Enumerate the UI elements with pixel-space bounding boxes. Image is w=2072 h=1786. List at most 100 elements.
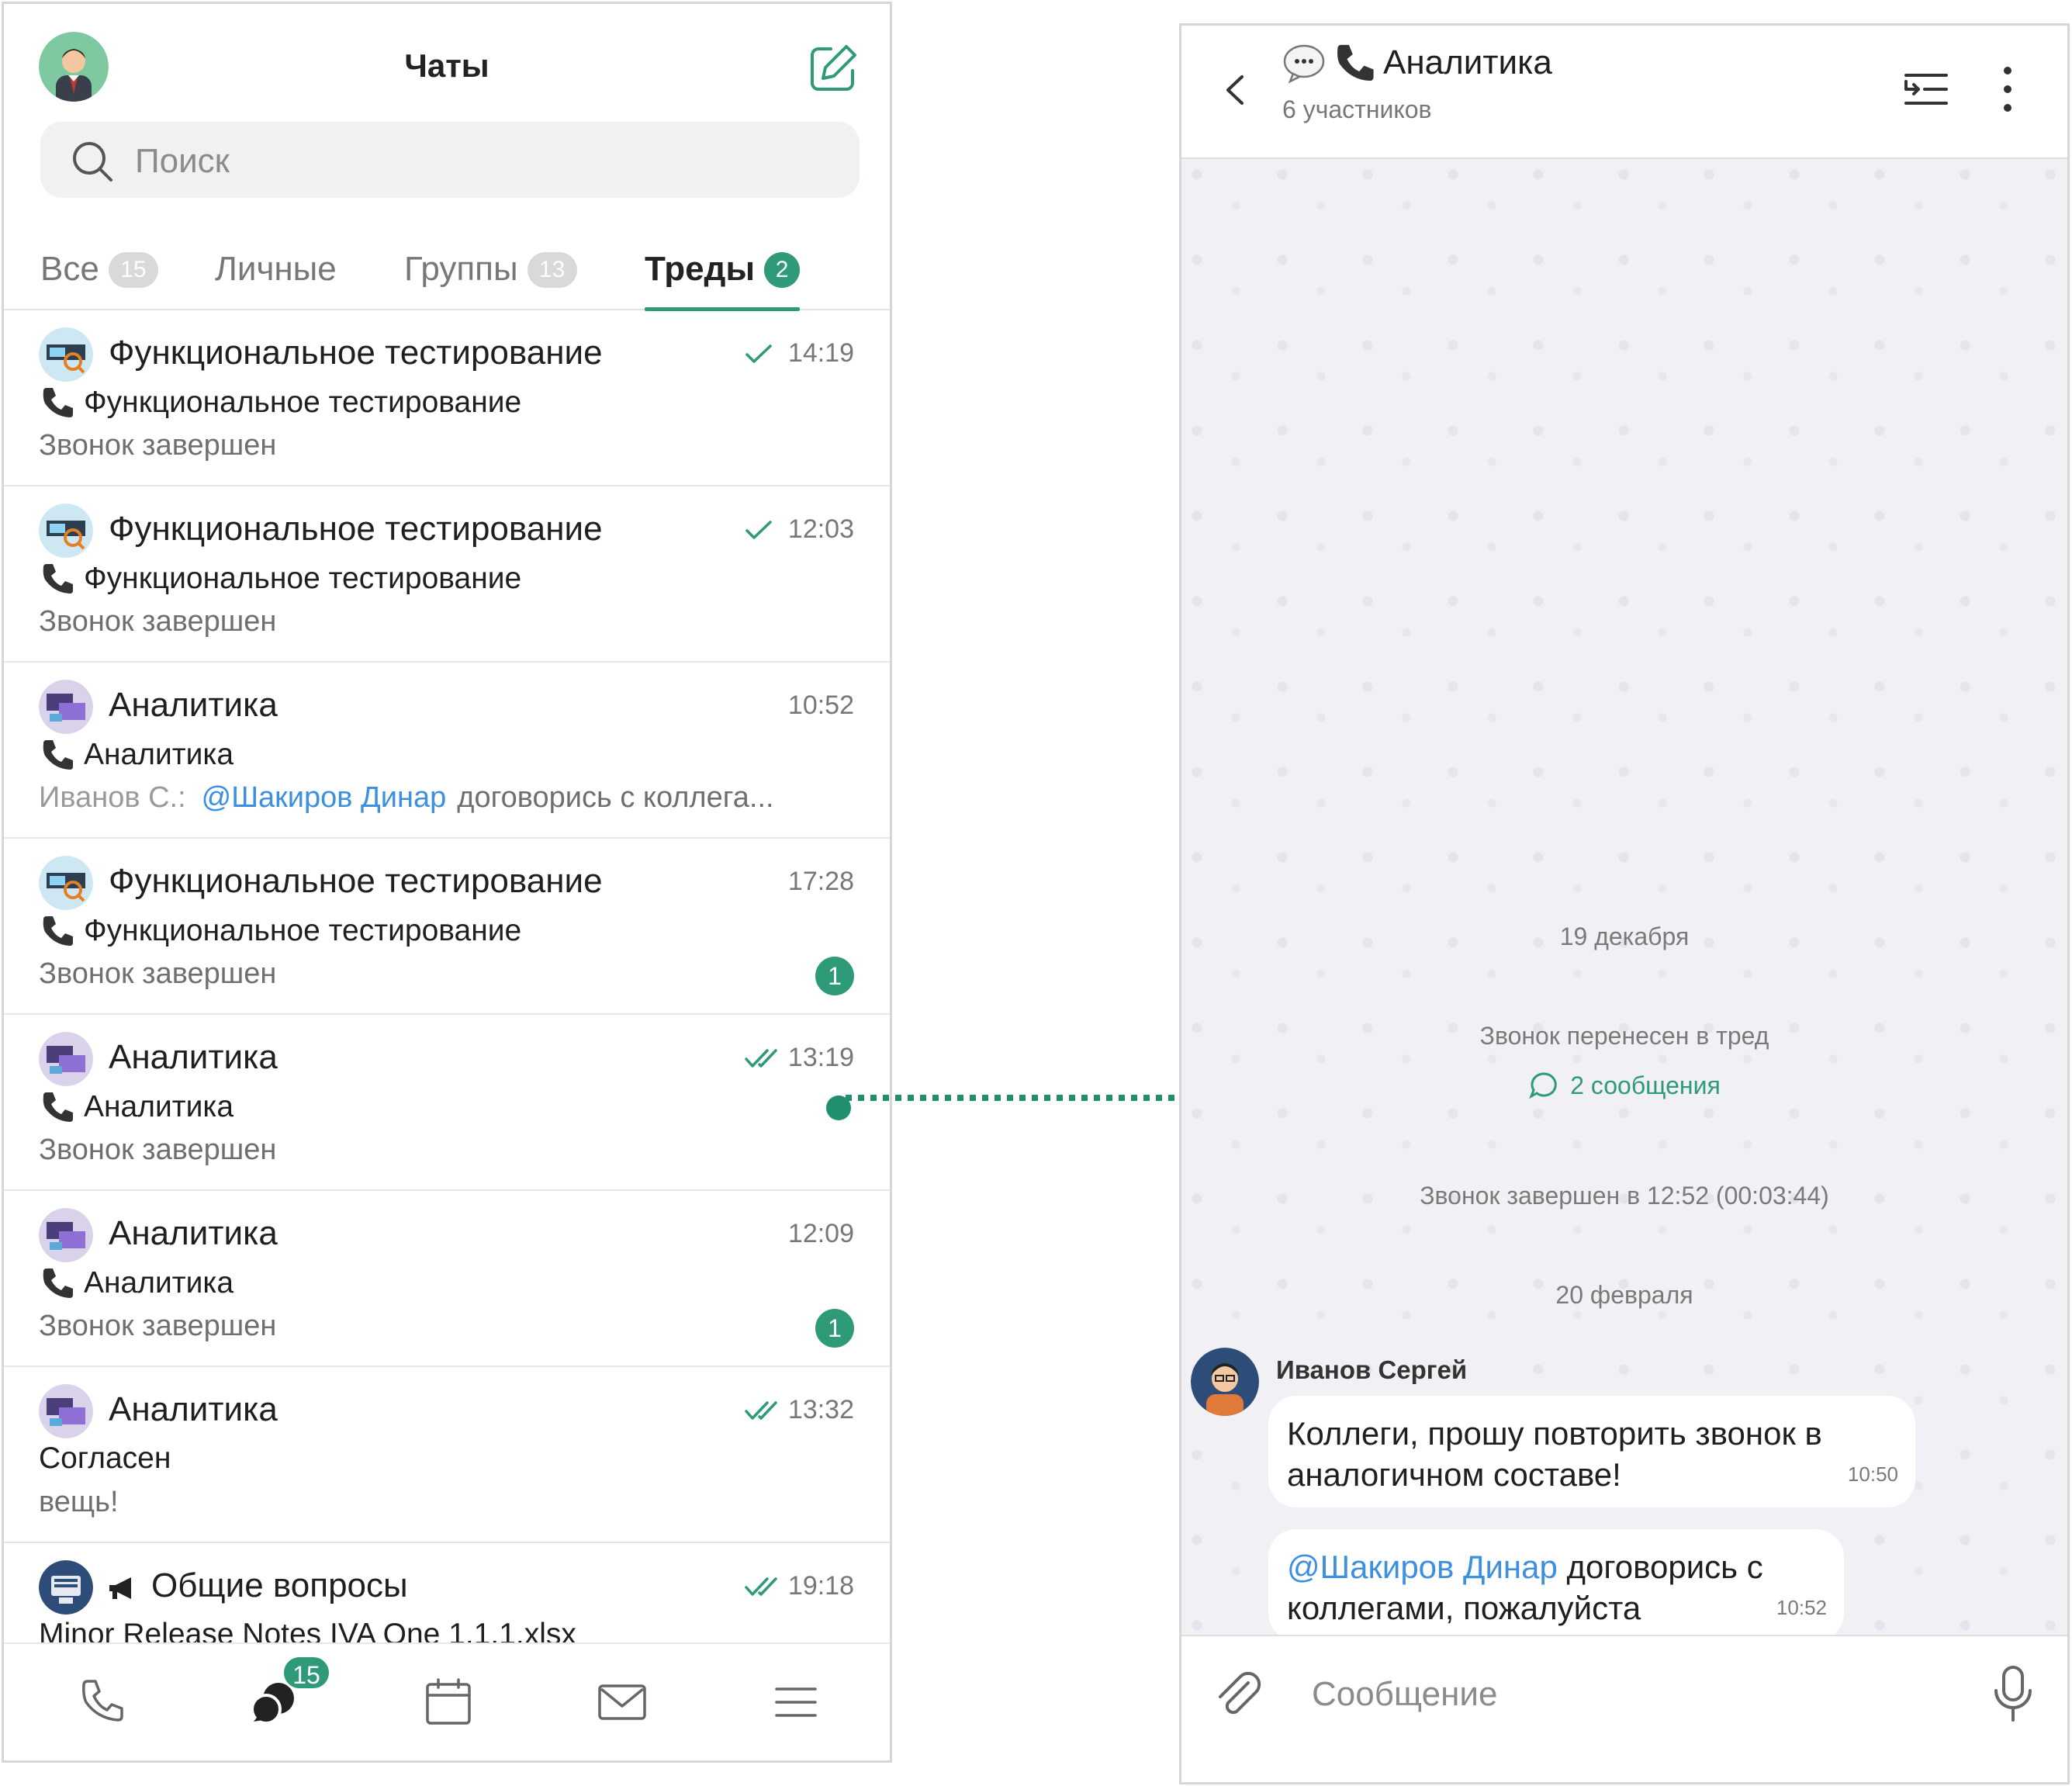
participants-count: 6 участников [1282, 95, 1432, 123]
chat-subtitle: Функциональное тестирование [39, 561, 521, 597]
double-check-icon [745, 1401, 777, 1420]
threads-icon[interactable] [1901, 64, 1951, 114]
group-avatar [39, 856, 93, 910]
chat-subtitle-text: Аналитика [84, 738, 234, 771]
chat-list-item[interactable]: Аналитика 10:52 Аналитика Иванов С.: @Шак… [4, 663, 890, 839]
message-text-line: коллегами, пожалуйста [1287, 1590, 1641, 1626]
message-text-fragment: договорись с [1557, 1549, 1763, 1585]
preview-mention[interactable]: @Шакиров Динар [202, 781, 447, 814]
chat-list-item[interactable]: Аналитика 12:09 Аналитика Звонок заверше… [4, 1191, 890, 1367]
phone-icon [43, 1092, 73, 1122]
chat-preview: Звонок завершен [39, 1134, 277, 1166]
unread-badge: 1 [815, 1309, 854, 1348]
chat-list-item[interactable]: Функциональное тестирование 14:19 Функци… [4, 310, 890, 486]
group-avatar [39, 1384, 93, 1438]
chat-subtitle-text: Minor Release Notes IVA One 1.1.1.xlsx [39, 1618, 576, 1645]
chat-subtitle-text: Аналитика [84, 1266, 234, 1300]
message-time: 10:52 [1776, 1596, 1827, 1619]
double-check-icon [745, 1577, 777, 1596]
chat-subtitle-text: Аналитика [84, 1090, 234, 1123]
connector-line [846, 1095, 1179, 1101]
chat-preview: Звонок завершен [39, 957, 277, 990]
back-icon[interactable] [1212, 63, 1259, 117]
chat-screen: Аналитика 6 участников 19 декабря Звонок… [1179, 23, 2070, 1784]
chat-preview: Звонок завершен [39, 1310, 277, 1342]
thread-bubble-icon [1283, 44, 1325, 84]
single-check-icon [745, 344, 772, 363]
attach-icon[interactable] [1209, 1666, 1265, 1722]
chat-title: Функциональное тестирование [109, 862, 603, 900]
chat-subtitle: Функциональное тестирование [39, 385, 521, 421]
mail-icon[interactable] [595, 1675, 649, 1729]
message-input[interactable] [1312, 1667, 1917, 1722]
thread-replies-link[interactable]: 2 сообщения [1181, 1070, 2067, 1101]
chat-time: 13:32 [787, 1395, 854, 1424]
microphone-icon[interactable] [1990, 1664, 2036, 1723]
system-message: Звонок перенесен в тред [1479, 1022, 1769, 1050]
phone-icon [43, 564, 73, 594]
chat-subtitle: Согласен [39, 1442, 171, 1476]
calendar-icon[interactable] [421, 1675, 476, 1729]
group-avatar [39, 1032, 93, 1086]
chat-preview: Звонок завершен [39, 605, 277, 638]
single-check-icon [745, 521, 772, 539]
compose-icon[interactable] [808, 43, 859, 94]
chat-subtitle-text: Функциональное тестирование [84, 914, 522, 947]
chat-time: 13:19 [787, 1043, 854, 1072]
tab-count-badge: 15 [108, 252, 158, 288]
tab-groups[interactable]: Группы 13 [404, 247, 577, 310]
chat-subtitle: Аналитика [39, 1089, 233, 1125]
phone-icon [43, 388, 73, 417]
chat-subtitle-text: Согласен [39, 1442, 171, 1475]
chat-list-item[interactable]: Функциональное тестирование 17:28 Функци… [4, 839, 890, 1015]
system-message: Звонок завершен в 12:52 (00:03:44) [1420, 1182, 1829, 1210]
tab-label: Треды [645, 250, 756, 288]
search-input[interactable]: Поиск [40, 122, 860, 198]
chat-title: Общие вопросы [151, 1566, 408, 1604]
chats-icon[interactable]: 15 [247, 1655, 331, 1729]
preview-sender: Иванов С.: [39, 781, 186, 814]
more-options-icon[interactable] [1996, 61, 2019, 117]
message-bubble[interactable]: @Шакиров Динар договорись с коллегами, п… [1268, 1529, 1844, 1641]
tab-all[interactable]: Все 15 [40, 247, 158, 310]
message-text-line: Коллеги, прошу повторить звонок в [1287, 1415, 1822, 1452]
chat-title-row[interactable]: Аналитика [1282, 41, 1552, 85]
author-avatar[interactable] [1191, 1348, 1259, 1416]
tab-label: Все [40, 250, 99, 288]
chat-preview: Звонок завершен [39, 429, 277, 462]
chat-list-item[interactable]: Аналитика 13:32 Согласен вещь! [4, 1367, 890, 1543]
chat-header: Аналитика 6 участников [1181, 26, 2067, 159]
preview-text: договорись с коллега... [457, 781, 774, 814]
chat-title: Аналитика [109, 1038, 278, 1076]
phone-icon [43, 1269, 73, 1298]
phone-icon[interactable] [75, 1675, 130, 1729]
message-bubble[interactable]: Коллеги, прошу повторить звонок в аналог… [1268, 1396, 1915, 1507]
unread-badge: 1 [815, 957, 854, 995]
message-area: 19 декабря Звонок перенесен в тред 2 соо… [1181, 159, 2067, 1641]
chat-subtitle-text: Функциональное тестирование [84, 386, 522, 419]
chat-subtitle-text: Функциональное тестирование [84, 562, 522, 595]
chat-list-item[interactable]: Общие вопросы 19:18 Minor Release Notes … [4, 1543, 890, 1645]
chat-title: Аналитика [109, 1214, 278, 1252]
date-separator: 20 февраля [1555, 1281, 1693, 1309]
tab-personal[interactable]: Личные [215, 247, 337, 310]
search-placeholder: Поиск [135, 142, 230, 180]
tab-threads[interactable]: Треды 2 [645, 247, 801, 311]
chat-list-item[interactable]: Аналитика 13:19 Аналитика Звонок заверше… [4, 1015, 890, 1191]
mention-link[interactable]: @Шакиров Динар [1287, 1549, 1558, 1585]
menu-icon[interactable] [769, 1675, 823, 1729]
chat-list-item[interactable]: Функциональное тестирование 12:03 Функци… [4, 486, 890, 663]
chat-title: Функциональное тестирование [109, 334, 603, 372]
page-title: Чаты [404, 47, 489, 84]
message-author: Иванов Сергей [1276, 1355, 1468, 1384]
chats-unread-badge: 15 [282, 1655, 331, 1691]
message-composer [1181, 1635, 2067, 1782]
chat-time: 10:52 [787, 691, 854, 720]
phone-icon [43, 916, 73, 946]
message-text-line: аналогичном составе! [1287, 1456, 1621, 1493]
tab-label: Группы [404, 250, 518, 288]
chat-time: 12:09 [787, 1219, 854, 1248]
chat-subtitle: Minor Release Notes IVA One 1.1.1.xlsx [39, 1618, 576, 1645]
chat-time: 12:03 [787, 514, 854, 544]
chat-preview: вещь! [39, 1486, 119, 1518]
